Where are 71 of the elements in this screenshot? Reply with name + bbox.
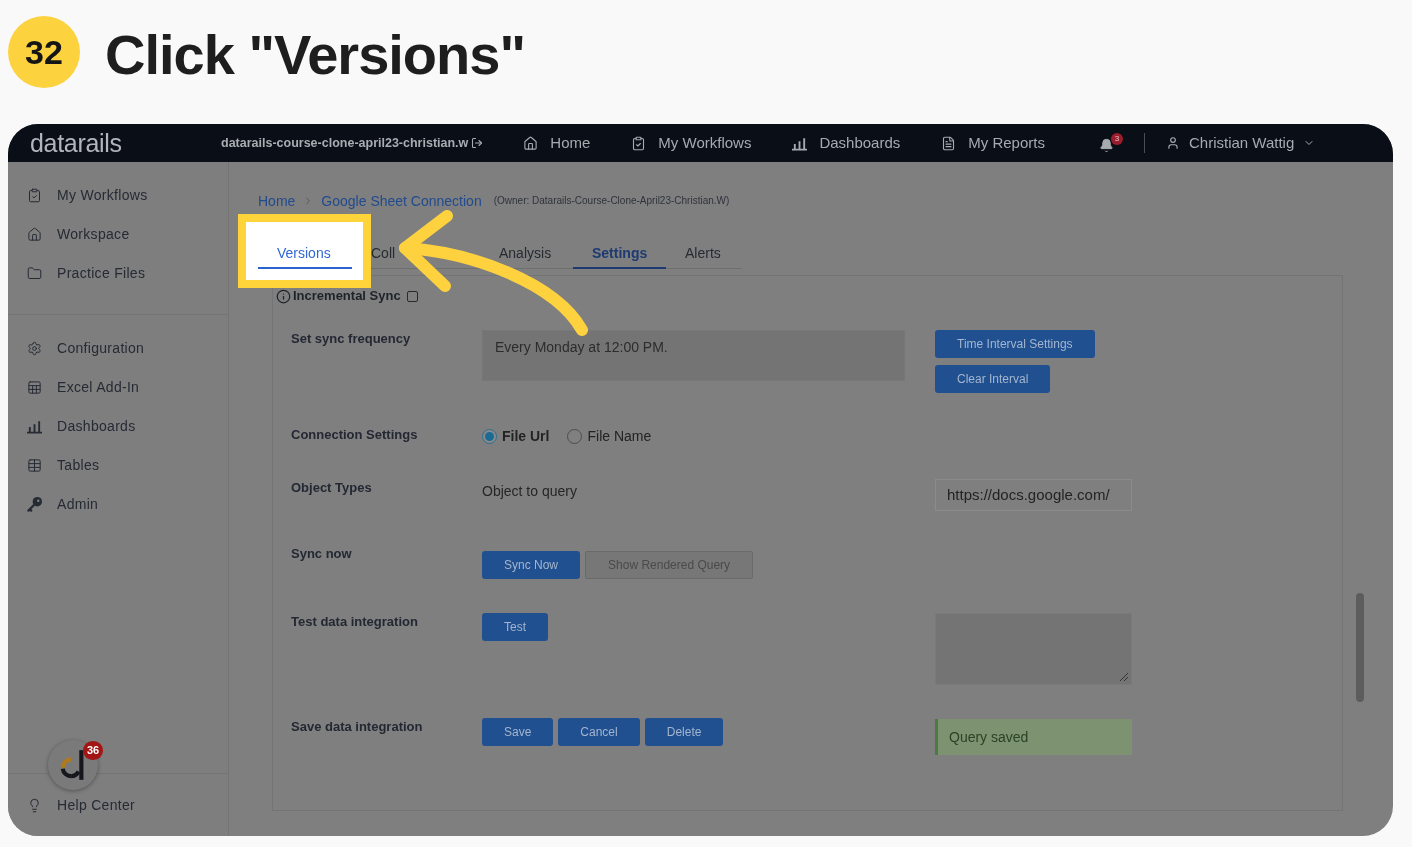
url-input-field[interactable]: https://docs.google.com/ bbox=[935, 479, 1132, 511]
clipboard-check-icon bbox=[27, 188, 42, 203]
field-label: Test data integration bbox=[291, 614, 418, 629]
nav-link[interactable]: My Reports bbox=[941, 131, 1045, 155]
tab[interactable]: Settings bbox=[573, 235, 666, 269]
tab[interactable]: Coll bbox=[352, 235, 480, 269]
field-label: Sync now bbox=[291, 546, 352, 561]
action-button[interactable]: Save bbox=[482, 718, 554, 746]
object-text: Object to query bbox=[482, 483, 577, 499]
step-number-badge: 32 bbox=[8, 16, 80, 88]
lightbulb-icon bbox=[27, 797, 42, 813]
breadcrumb-link[interactable]: Home bbox=[258, 192, 296, 210]
action-button[interactable]: Delete bbox=[644, 718, 724, 746]
sidebar-item[interactable]: Practice Files bbox=[8, 254, 228, 293]
spreadsheet-icon bbox=[27, 380, 42, 395]
tab[interactable]: Alerts bbox=[666, 235, 742, 269]
gear-icon bbox=[27, 341, 42, 356]
user-menu-button[interactable]: Christian Wattig bbox=[1165, 131, 1316, 155]
step-title: Click "Versions" bbox=[105, 23, 525, 87]
folder-icon bbox=[27, 266, 42, 281]
frequency-field[interactable]: Every Monday at 12:00 PM. bbox=[482, 330, 905, 381]
logo-wordmark: datarails bbox=[30, 129, 122, 157]
home-icon bbox=[27, 227, 42, 242]
action-button[interactable]: Clear Interval bbox=[935, 365, 1051, 393]
sidebar-item[interactable]: Workspace bbox=[8, 215, 228, 254]
action-button[interactable]: Sync Now bbox=[482, 551, 581, 579]
nav-link[interactable]: My Workflows bbox=[631, 131, 752, 155]
bar-chart-icon bbox=[792, 135, 808, 151]
notification-count-badge: 36 bbox=[83, 741, 103, 760]
incremental-sync-checkbox[interactable] bbox=[406, 290, 418, 302]
d-logo-icon bbox=[60, 750, 86, 780]
bell-icon bbox=[1098, 138, 1114, 153]
breadcrumb-link[interactable]: Google Sheet Connection bbox=[321, 192, 482, 210]
action-button[interactable]: Time Interval Settings bbox=[935, 330, 1095, 358]
sidebar-item[interactable]: Help Center bbox=[8, 797, 135, 813]
radio-option[interactable]: File Url bbox=[482, 428, 550, 444]
bar-chart-icon bbox=[27, 419, 42, 434]
tab[interactable]: Versions bbox=[258, 235, 352, 269]
workspace-link[interactable]: datarails-course-clone-april23-christian.w bbox=[221, 133, 484, 153]
nav-link[interactable]: Dashboards bbox=[792, 131, 901, 155]
sidebar-item[interactable]: Configuration bbox=[8, 329, 228, 368]
key-icon bbox=[27, 497, 42, 512]
tab[interactable]: Analysis bbox=[480, 235, 573, 269]
notifications-button[interactable]: 3 bbox=[1098, 133, 1123, 153]
owner-text: (Owner: Datarails-Course-Clone-April23-Christian.W) bbox=[493, 195, 730, 207]
clipboard-check-icon bbox=[631, 135, 647, 151]
document-icon bbox=[941, 135, 957, 151]
home-icon bbox=[523, 135, 539, 151]
nav-link[interactable]: Home bbox=[523, 131, 591, 155]
sidebar-item[interactable]: My Workflows bbox=[8, 176, 228, 215]
sidebar-item[interactable]: Tables bbox=[8, 446, 228, 485]
field-label: Set sync frequency bbox=[291, 331, 411, 346]
table-icon bbox=[27, 458, 42, 473]
sidebar-item[interactable]: Excel Add-In bbox=[8, 368, 228, 407]
field-label: Connection Settings bbox=[291, 427, 418, 442]
action-button[interactable]: Cancel bbox=[558, 718, 640, 746]
sidebar-item[interactable]: Dashboards bbox=[8, 407, 228, 446]
user-icon bbox=[1165, 136, 1180, 150]
incremental-sync-label: Incremental Sync bbox=[293, 287, 401, 306]
launcher-button[interactable] bbox=[48, 740, 98, 790]
action-button[interactable]: Test bbox=[482, 613, 548, 641]
field-label: Save data integration bbox=[291, 719, 423, 734]
success-message: Query saved bbox=[935, 719, 1132, 755]
exit-icon bbox=[471, 137, 484, 149]
notification-badge: 3 bbox=[1110, 133, 1123, 145]
field-label: Object Types bbox=[291, 480, 372, 495]
scrollbar-thumb[interactable] bbox=[1356, 593, 1364, 702]
radio-option[interactable]: File Name bbox=[567, 428, 652, 444]
info-icon bbox=[276, 288, 291, 304]
sidebar-item[interactable]: Admin bbox=[8, 485, 228, 524]
resize-handle-icon bbox=[1120, 673, 1128, 681]
